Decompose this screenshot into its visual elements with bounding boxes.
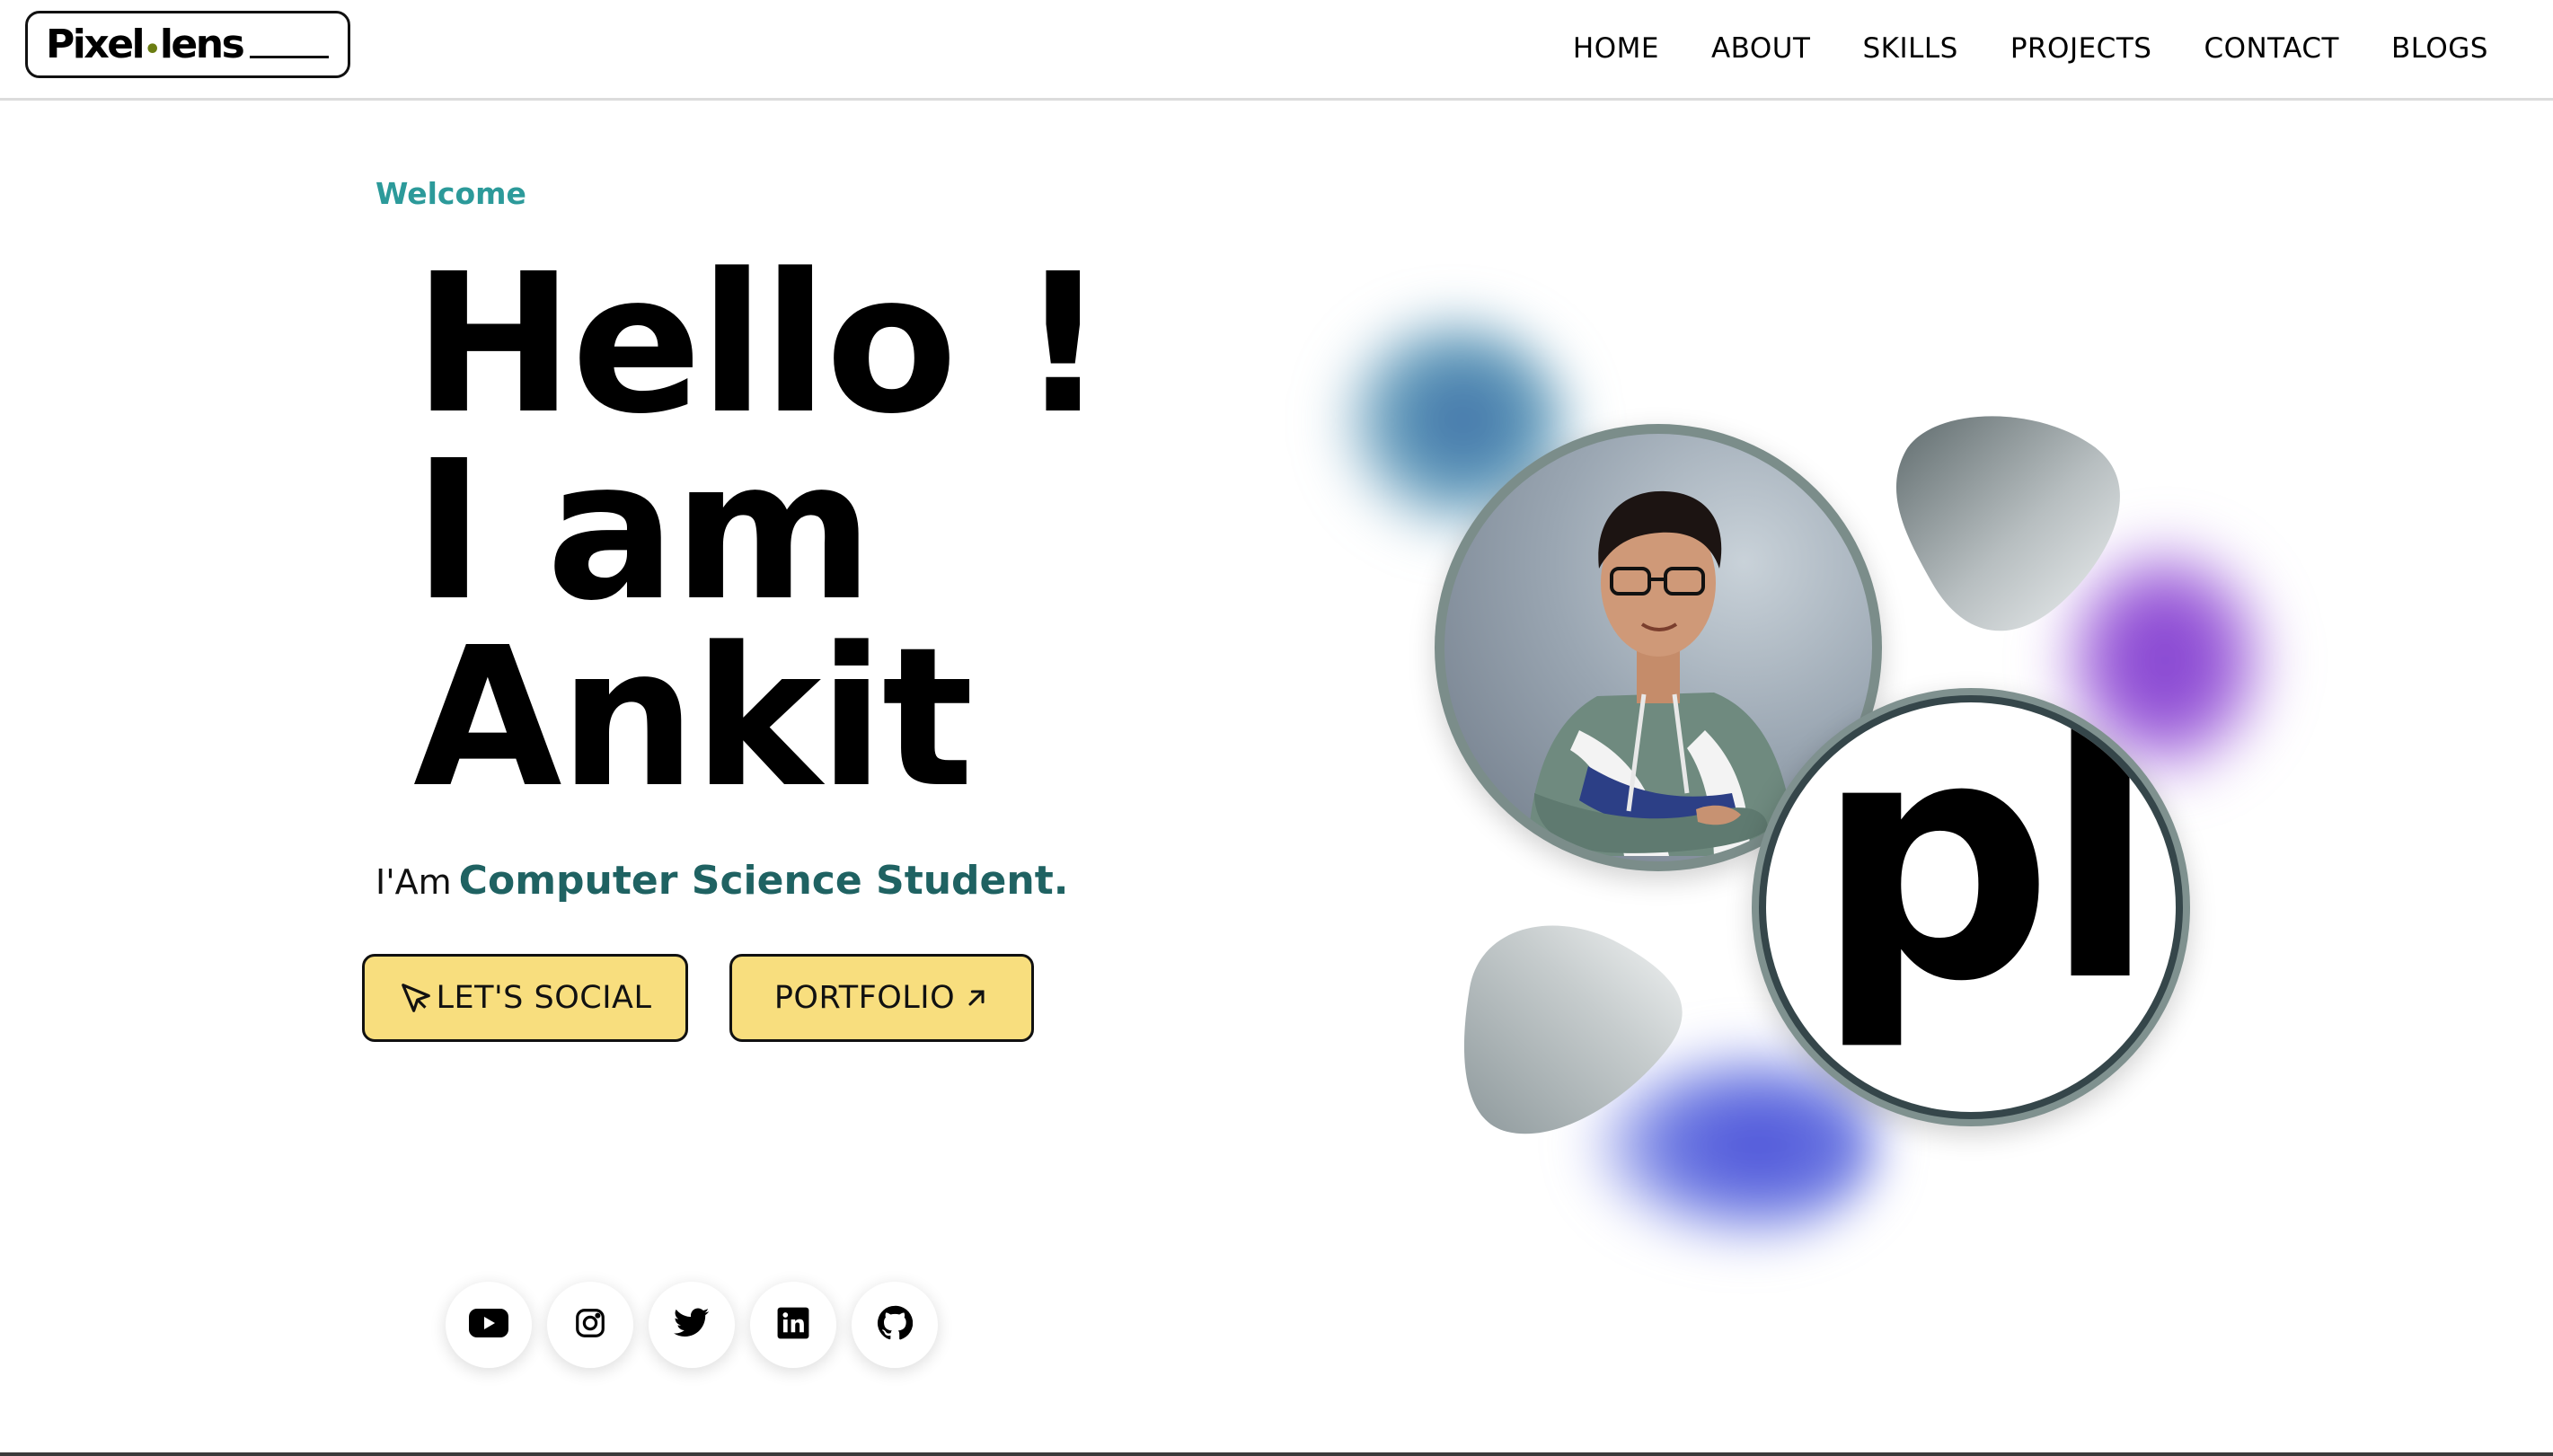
cursor-pointer-icon [399,981,433,1015]
headline-line-3: Ankit [413,606,974,830]
nav-home[interactable]: HOME [1573,32,1659,65]
role-highlight: Computer Science Student. [458,858,1069,904]
headline-line-2: I am [413,419,874,643]
youtube-icon [469,1309,508,1341]
twitter-icon [674,1308,710,1342]
portfolio-label: PORTFOLIO [773,980,956,1016]
nav-projects[interactable]: PROJECTS [2010,32,2152,65]
bottom-divider [0,1452,2553,1456]
arrow-up-right-icon [964,985,989,1010]
role-line: I'Am Computer Science Student. [375,858,1068,904]
lets-social-label: LET'S SOCIAL [436,980,652,1016]
site-header: Pixel • lens HOME ABOUT SKILLS PROJECTS CO… [0,0,2553,101]
portfolio-button[interactable]: PORTFOLIO [729,954,1034,1042]
site-logo[interactable]: Pixel • lens [25,11,350,78]
nav-skills[interactable]: SKILLS [1862,32,1957,65]
github-icon [877,1305,914,1345]
instagram-link[interactable] [547,1282,633,1368]
grey-rounded-shape-top [1895,416,2120,631]
main-nav: HOME ABOUT SKILLS PROJECTS CONTACT BLOGS [1573,0,2488,97]
logo-underline [250,56,330,58]
welcome-label: Welcome [375,176,526,211]
twitter-link[interactable] [649,1282,735,1368]
pl-logo-badge: pl [1752,688,2190,1126]
pl-logo-text: pl [1815,702,2158,1054]
social-links [446,1282,938,1368]
nav-contact[interactable]: CONTACT [2204,32,2339,65]
headline-line-1: Hello ! [413,233,1107,456]
youtube-link[interactable] [446,1282,532,1368]
logo-text-main: Pixel [46,22,146,67]
logo-dot: • [144,34,161,66]
role-prefix: I'Am [375,862,452,902]
nav-blogs[interactable]: BLOGS [2391,32,2488,65]
hero-headline: Hello ! I am Ankit [413,233,1107,830]
nav-about[interactable]: ABOUT [1711,32,1810,65]
linkedin-icon [776,1306,810,1344]
grey-rounded-shape-bottom [1463,925,1683,1134]
logo-text-end: lens [159,22,245,67]
lets-social-button[interactable]: LET'S SOCIAL [362,954,688,1042]
github-link[interactable] [852,1282,938,1368]
linkedin-link[interactable] [750,1282,836,1368]
instagram-icon [573,1306,607,1344]
